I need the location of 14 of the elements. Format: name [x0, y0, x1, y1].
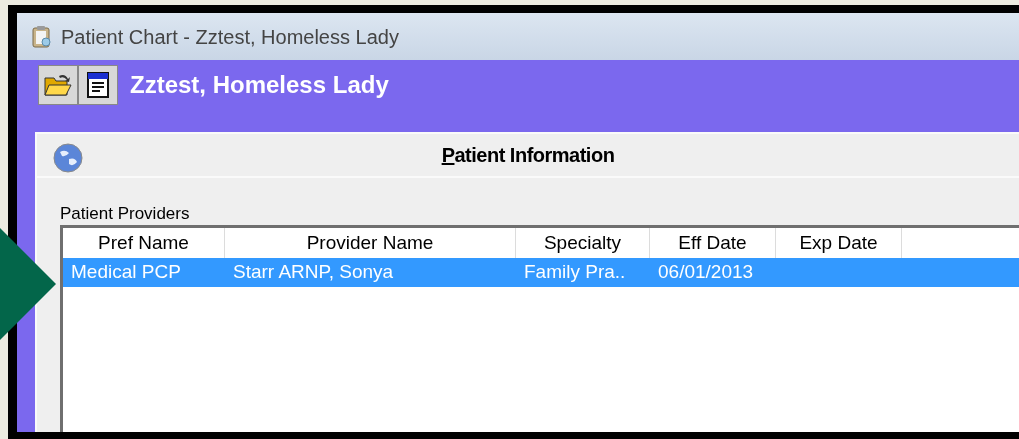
open-folder-button[interactable]	[38, 65, 78, 105]
document-icon	[86, 71, 110, 99]
document-button[interactable]	[78, 65, 118, 105]
panel-title: Patient Information	[441, 143, 615, 168]
folder-icon	[43, 72, 73, 98]
table-cell: Starr ARNP, Sonya	[233, 261, 394, 283]
table-cell: 06/01/2013	[658, 261, 754, 283]
patient-name: Zztest, Homeless Lady	[130, 70, 389, 100]
table-cell: Family Pra..	[524, 261, 626, 283]
clipboard-icon	[31, 24, 53, 49]
table-cell: Medical PCP	[71, 261, 181, 283]
section-label: Patient Providers	[60, 204, 191, 224]
window-title: Patient Chart - Zztest, Homeless Lady	[61, 24, 399, 50]
globe-icon	[52, 142, 84, 174]
